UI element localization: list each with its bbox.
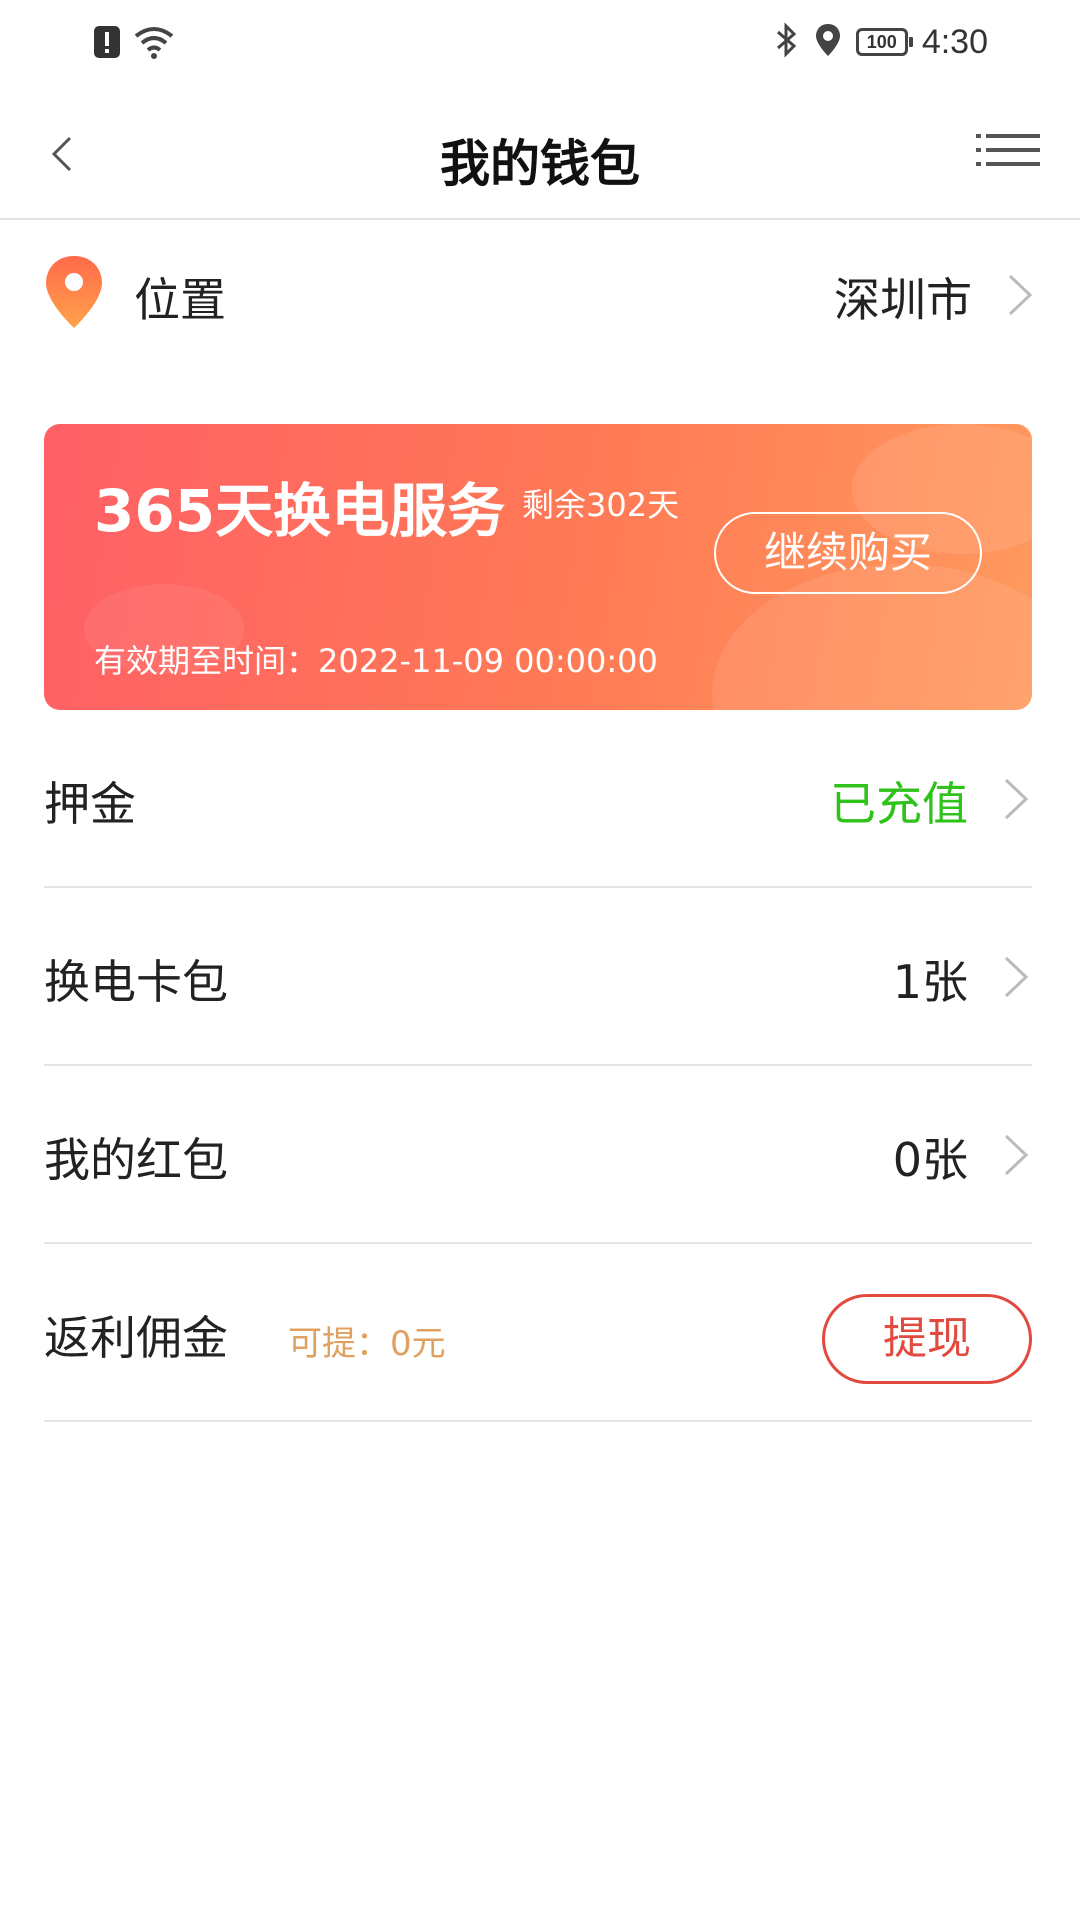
status-left bbox=[92, 24, 176, 64]
map-pin-icon bbox=[44, 254, 104, 330]
deposit-row[interactable]: 押金 已充值 bbox=[44, 712, 1032, 888]
service-title: 365天换电服务 bbox=[94, 477, 506, 545]
page-title: 我的钱包 bbox=[440, 135, 640, 193]
alert-icon bbox=[92, 24, 122, 64]
red-packet-count: 0张 bbox=[892, 1133, 968, 1187]
location-row[interactable]: 位置 深圳市 bbox=[44, 250, 1036, 340]
commission-label: 返利佣金 bbox=[44, 1311, 228, 1365]
commission-row: 返利佣金 可提：0元 提现 bbox=[44, 1246, 1032, 1422]
status-bar: 100 4:30 bbox=[0, 0, 1080, 88]
chevron-right-icon bbox=[1000, 774, 1032, 824]
menu-icon bbox=[976, 134, 1040, 166]
swap-card-wallet-row[interactable]: 换电卡包 1张 bbox=[44, 890, 1032, 1066]
deposit-label: 押金 bbox=[44, 777, 136, 831]
location-value: 深圳市 bbox=[834, 273, 972, 327]
chevron-right-icon bbox=[1000, 952, 1032, 1002]
continue-purchase-button[interactable]: 继续购买 bbox=[714, 512, 982, 594]
service-expiry: 有效期至时间：2022-11-09 00:00:00 bbox=[94, 642, 658, 680]
nav-bar: 我的钱包 bbox=[0, 88, 1080, 220]
withdraw-button[interactable]: 提现 bbox=[822, 1294, 1032, 1384]
bluetooth-icon bbox=[774, 22, 800, 62]
service-remaining: 剩余302天 bbox=[522, 486, 680, 524]
red-packet-label: 我的红包 bbox=[44, 1133, 228, 1187]
withdrawable-amount: 可提：0元 bbox=[288, 1324, 446, 1364]
status-time: 4:30 bbox=[921, 22, 988, 61]
red-packet-row[interactable]: 我的红包 0张 bbox=[44, 1068, 1032, 1244]
swap-card-wallet-label: 换电卡包 bbox=[44, 955, 228, 1009]
location-icon bbox=[814, 22, 842, 62]
swap-card-count: 1张 bbox=[892, 955, 968, 1009]
battery-icon: 100 bbox=[855, 28, 913, 56]
service-card: 365天换电服务 剩余302天 继续购买 有效期至时间：2022-11-09 0… bbox=[44, 424, 1032, 710]
status-right: 100 4:30 bbox=[774, 22, 988, 62]
location-label: 位置 bbox=[134, 273, 226, 327]
menu-button[interactable] bbox=[976, 128, 1040, 180]
wifi-icon bbox=[132, 24, 176, 64]
chevron-right-icon bbox=[1000, 1130, 1032, 1180]
deposit-status: 已充值 bbox=[830, 777, 968, 831]
chevron-right-icon bbox=[1004, 270, 1036, 320]
